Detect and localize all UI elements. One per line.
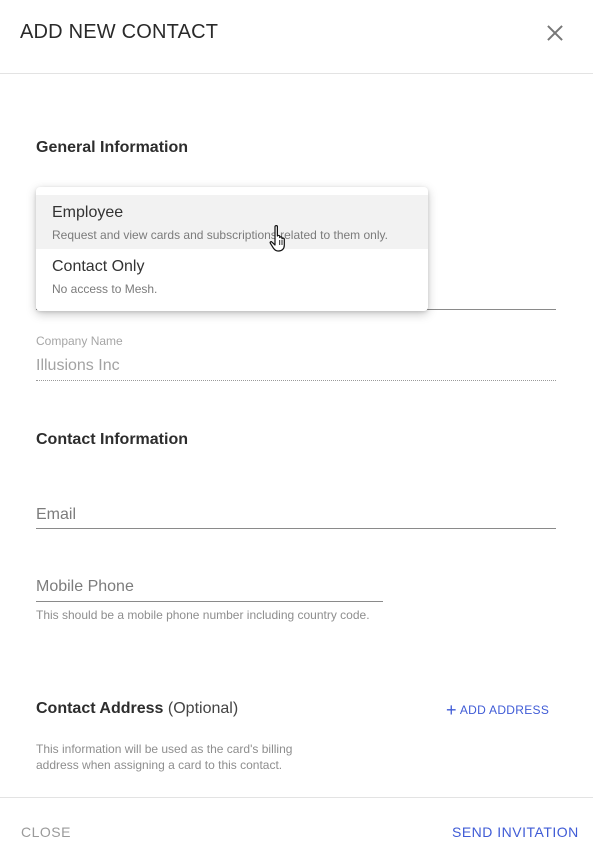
option-contact-only[interactable]: Contact Only No access to Mesh. [36,249,428,303]
add-address-button[interactable]: + ADD ADDRESS [446,700,549,721]
close-button[interactable]: CLOSE [21,824,71,840]
mobile-phone-underline [36,601,383,602]
mobile-phone-helper: This should be a mobile phone number inc… [36,608,370,622]
plus-icon: + [446,700,457,720]
contact-address-title: Contact Address [36,700,164,717]
company-name-underline [36,380,556,381]
option-contact-only-label: Contact Only [52,258,145,275]
email-underline [36,528,556,529]
dialog-header: ADD NEW CONTACT [0,0,593,74]
add-address-label: ADD ADDRESS [459,703,550,717]
option-employee[interactable]: Employee Request and view cards and subs… [36,195,428,249]
mobile-phone-field[interactable]: Mobile Phone [36,578,134,596]
company-name-value: Illusions Inc [36,357,120,374]
send-invitation-button[interactable]: SEND INVITATION [452,824,579,840]
contact-address-heading: Contact Address (Optional) [36,700,238,718]
contact-address-optional: (Optional) [167,700,239,717]
option-employee-description: Request and view cards and subscriptions… [52,228,388,242]
hand-cursor-icon [269,225,285,252]
close-icon[interactable] [544,22,566,44]
role-dropdown-menu: Employee Request and view cards and subs… [36,187,428,311]
email-field[interactable]: Email [36,506,76,524]
option-contact-only-description: No access to Mesh. [52,282,158,296]
general-information-heading: General Information [36,139,189,156]
dialog-footer: CLOSE SEND INVITATION [0,797,593,862]
company-name-label: Company Name [36,334,123,348]
contact-information-heading: Contact Information [36,431,188,448]
contact-address-helper: This information will be used as the car… [36,742,293,772]
option-employee-label: Employee [52,204,124,221]
dialog-title: ADD NEW CONTACT [20,21,219,43]
